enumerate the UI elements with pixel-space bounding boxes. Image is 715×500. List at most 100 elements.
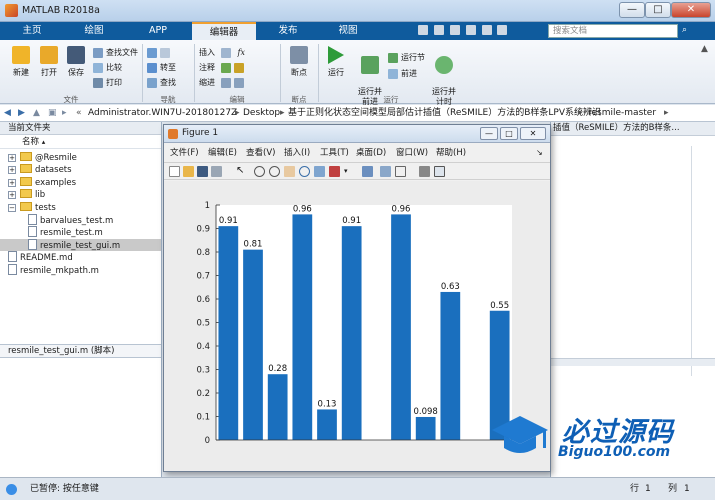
new-button[interactable]: 新建 [8,46,34,78]
show-plot-tools-icon[interactable] [434,166,445,177]
file-item[interactable]: resmile_mkpath.m [0,263,161,277]
insert-button[interactable]: 插入 fx [199,45,279,60]
up-folder-icon[interactable]: ▲ [33,105,40,121]
menu-tools[interactable]: 工具(T) [320,145,349,161]
tab-apps[interactable]: APP [128,22,188,40]
file-item[interactable]: resmile_test.m [0,226,161,239]
quick-access-toolbar [418,25,538,37]
folder-item[interactable]: + examples [0,176,161,190]
overflow-icon[interactable]: « [76,105,82,121]
breadcrumb-item[interactable]: 基于正则化状态空间模型局部估计插值（ReSMILE）方法的B样条LPV系统辨识 [288,105,601,121]
file-item[interactable]: barvalues_test.m [0,214,161,227]
file-item[interactable]: resmile_test_gui.m [0,238,161,252]
pan-icon[interactable] [284,166,295,177]
figure-title-bar[interactable]: Figure 1 — □ ✕ [164,125,550,143]
back-forward-buttons[interactable] [147,45,193,60]
save-icon[interactable] [418,25,428,35]
tab-view[interactable]: 视图 [320,22,376,40]
minimize-button[interactable]: — [619,2,645,18]
breadcrumb-item[interactable]: resmile-master [588,105,656,121]
menu-edit[interactable]: 编辑(E) [208,145,237,161]
y-tick-label: 0.4 [196,342,210,352]
menu-file[interactable]: 文件(F) [170,145,199,161]
close-button[interactable]: ✕ [671,2,711,18]
open-file-icon[interactable] [183,166,194,177]
zoom-out-icon[interactable] [269,166,280,177]
copy-icon[interactable] [449,25,460,35]
print-button[interactable]: 打印 [93,75,143,90]
legend-icon[interactable] [395,166,406,177]
new-figure-icon[interactable] [169,166,180,177]
folder-item[interactable]: + lib [0,189,161,202]
hide-plot-tools-icon[interactable] [419,166,430,177]
find-button[interactable]: 查找 [147,75,193,90]
fx-icon[interactable]: fx [238,48,245,57]
figure-maximize-button[interactable]: □ [500,127,518,140]
editor-tab[interactable]: 插值（ReSMILE）方法的B样条... [551,122,715,136]
menu-desktop[interactable]: 桌面(D) [356,145,386,161]
indent-button[interactable]: 缩进 [199,75,279,90]
expand-icon[interactable]: + [8,191,16,200]
compare-icon [93,62,103,73]
comment-button[interactable]: 注释 [199,60,279,75]
expand-icon[interactable]: + [8,154,16,162]
figure-close-button[interactable]: ✕ [520,127,546,140]
open-button[interactable]: 打开 [36,46,62,78]
print-figure-icon[interactable] [211,166,222,177]
folder-item[interactable]: + datasets [0,164,161,177]
search-icon[interactable]: ⌕ [682,25,692,37]
watermark-logo: 必过源码 Biguo100.com [488,408,708,464]
tab-publish[interactable]: 发布 [260,22,316,40]
data-cursor-icon[interactable] [314,166,325,177]
menu-insert[interactable]: 插入(I) [284,145,310,161]
tab-editor[interactable]: 编辑器 [192,22,256,40]
zoom-in-icon[interactable] [254,166,265,177]
details-bar[interactable]: resmile_test_gui.m (脚本) [0,344,161,358]
tab-home[interactable]: 主页 [4,22,60,40]
forward-icon[interactable]: ▶ [18,105,25,121]
link-plot-icon[interactable] [362,166,373,177]
back-icon[interactable]: ◀ [4,105,11,121]
current-folder-address-bar[interactable]: ◀ ▶ ▲ ▣ ▸ « Administrator.WIN7U-20180127… [0,105,715,122]
folder-item[interactable]: + @Resmile [0,152,161,165]
folder-item[interactable]: − tests [0,201,161,215]
browse-icon[interactable]: ▣ [48,105,57,121]
column-header-name[interactable]: 名称 ▴ [0,136,161,149]
save-button[interactable]: 保存 [63,46,89,78]
run-section-button[interactable]: 运行节 [388,50,428,66]
dock-icon[interactable]: ↘ [536,145,543,161]
menu-view[interactable]: 查看(V) [246,145,275,161]
menu-help[interactable]: 帮助(H) [436,145,466,161]
run-button[interactable]: 运行 [322,46,350,78]
brush-icon[interactable] [329,166,340,177]
redo-icon[interactable] [481,25,492,35]
rotate-3d-icon[interactable] [299,166,310,177]
colorbar-icon[interactable] [380,166,391,177]
menu-window[interactable]: 窗口(W) [396,145,428,161]
breadcrumb-item[interactable]: Desktop [243,105,280,121]
compare-button[interactable]: 比较 [93,60,143,75]
find-files-button[interactable]: 查找文件 [93,45,143,60]
tab-plots[interactable]: 绘图 [64,22,124,40]
pointer-icon[interactable]: ↖ [236,166,247,177]
goto-button[interactable]: 转至 [147,60,193,75]
expand-icon[interactable]: + [8,178,16,187]
undo-icon[interactable] [465,25,476,35]
save-figure-icon[interactable] [197,166,208,177]
maximize-button[interactable]: □ [645,2,671,18]
brush-dropdown-icon[interactable]: ▾ [344,166,355,177]
breakpoints-button[interactable]: 断点 [285,46,313,78]
help-icon[interactable] [497,25,508,35]
open-folder-icon [40,46,58,64]
search-input[interactable]: 搜索文档 [548,24,678,38]
cut-icon[interactable] [433,25,444,35]
editor-scrollbar[interactable] [691,146,699,376]
expand-icon[interactable]: + [8,166,16,175]
advance-button[interactable]: 前进 [388,66,428,82]
collapse-icon[interactable]: − [8,203,16,212]
collapse-ribbon-icon[interactable]: ▲ [701,44,708,54]
file-item[interactable]: README.md [0,251,161,264]
breadcrumb-item[interactable]: Administrator.WIN7U-20180127Z [88,105,237,121]
figure-minimize-button[interactable]: — [480,127,498,140]
panel-divider[interactable] [551,358,715,366]
